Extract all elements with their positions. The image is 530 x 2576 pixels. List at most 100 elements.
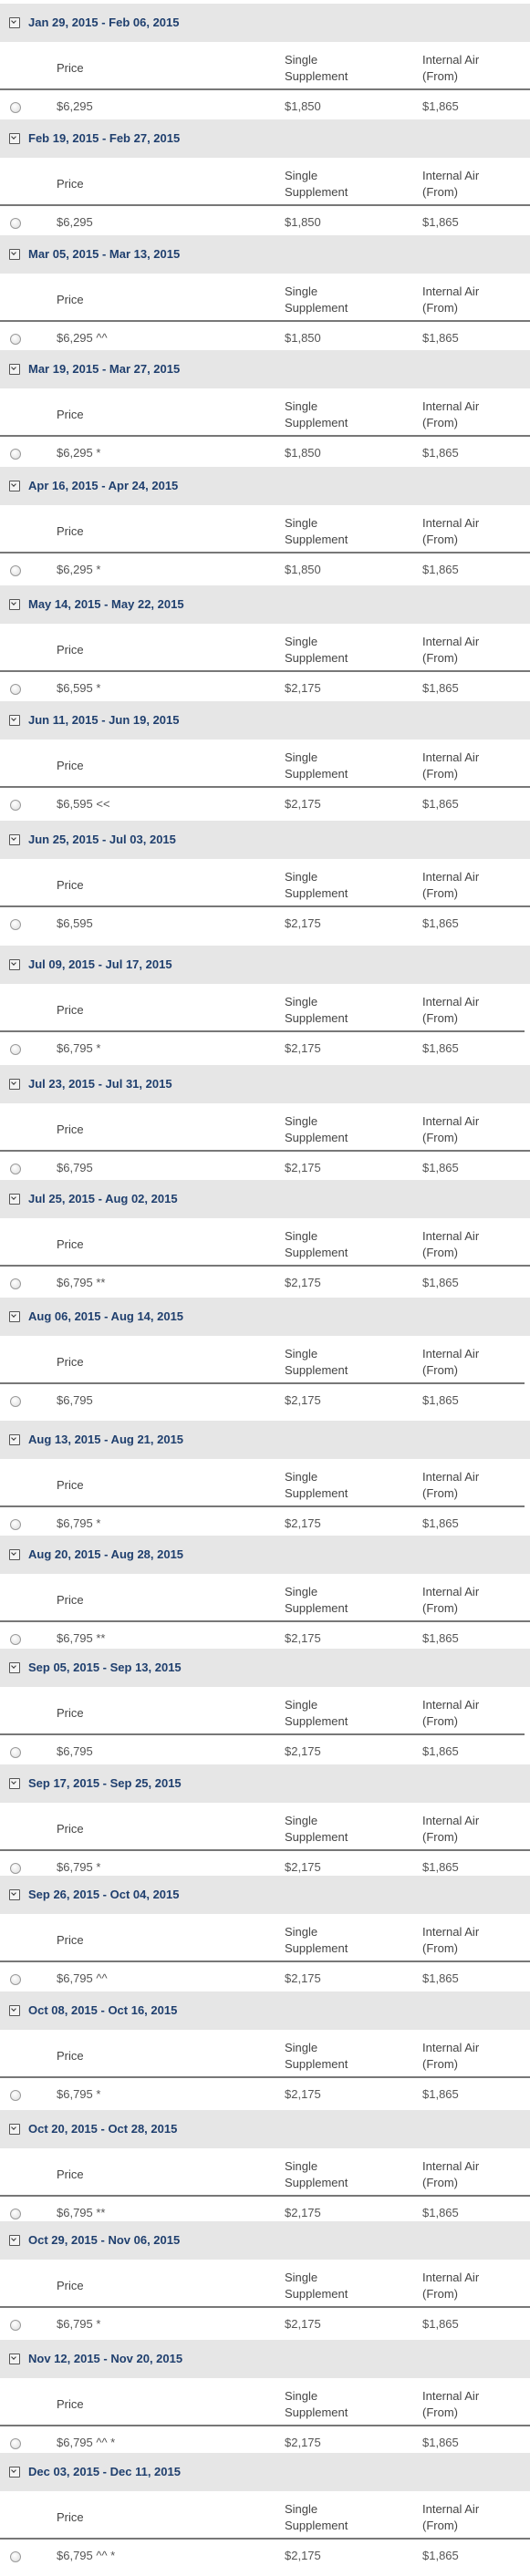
single-supplement-value: $2,175 (285, 2087, 321, 2101)
single-supplement-column-header: Single Supplement (285, 1470, 348, 1500)
price-column-header: Price (57, 759, 84, 772)
internal-air-value: $1,865 (422, 681, 459, 695)
single-supplement-column-header: Single Supplement (285, 2389, 348, 2419)
departure-dates: Nov 12, 2015 - Nov 20, 2015 (28, 2352, 183, 2365)
select-departure-radio[interactable] (10, 102, 21, 113)
single-supplement-value: $2,175 (285, 797, 321, 811)
select-departure-radio[interactable] (10, 800, 21, 811)
departure-header[interactable]: Jul 25, 2015 - Aug 02, 2015 (0, 1180, 530, 1218)
collapse-toggle-icon[interactable] (9, 1434, 20, 1445)
select-departure-radio[interactable] (10, 684, 21, 695)
departure-header[interactable]: Jan 29, 2015 - Feb 06, 2015 (0, 4, 530, 42)
collapse-toggle-icon[interactable] (9, 2354, 20, 2364)
price-column-header: Price (57, 643, 84, 657)
select-departure-radio[interactable] (10, 919, 21, 930)
departure-header[interactable]: Feb 19, 2015 - Feb 27, 2015 (0, 119, 530, 158)
select-departure-radio[interactable] (10, 2438, 21, 2449)
internal-air-value: $1,865 (422, 1041, 459, 1055)
price-value: $6,795 ^^ * (57, 2549, 116, 2562)
select-departure-radio[interactable] (10, 1044, 21, 1055)
departure-header[interactable]: Mar 19, 2015 - Mar 27, 2015 (0, 350, 530, 388)
price-column-header: Price (57, 1355, 84, 1369)
select-departure-radio[interactable] (10, 1278, 21, 1289)
internal-air-column-header: Internal Air (From) (422, 1229, 480, 1259)
departure-header[interactable]: Oct 08, 2015 - Oct 16, 2015 (0, 1991, 530, 2030)
departure-header[interactable]: Jun 11, 2015 - Jun 19, 2015 (0, 701, 530, 740)
internal-air-column-header: Internal Air (From) (422, 2389, 480, 2419)
collapse-toggle-icon[interactable] (9, 959, 20, 970)
departure-header[interactable]: Sep 26, 2015 - Oct 04, 2015 (0, 1876, 530, 1914)
departure-header[interactable]: Dec 03, 2015 - Dec 11, 2015 (0, 2453, 530, 2491)
price-value: $6,795 ^^ (57, 1971, 108, 1985)
collapse-toggle-icon[interactable] (9, 1662, 20, 1673)
select-departure-radio[interactable] (10, 2551, 21, 2562)
single-supplement-value: $2,175 (285, 2436, 321, 2449)
collapse-toggle-icon[interactable] (9, 133, 20, 144)
internal-air-value: $1,865 (422, 797, 459, 811)
departure-header[interactable]: Jun 25, 2015 - Jul 03, 2015 (0, 821, 530, 859)
header-divider (0, 88, 530, 90)
departure-dates: Oct 08, 2015 - Oct 16, 2015 (28, 2003, 178, 2017)
select-departure-radio[interactable] (10, 1863, 21, 1874)
collapse-toggle-icon[interactable] (9, 1079, 20, 1090)
select-departure-radio[interactable] (10, 1747, 21, 1758)
departure-header[interactable]: Oct 20, 2015 - Oct 28, 2015 (0, 2110, 530, 2148)
departure-dates: Jun 11, 2015 - Jun 19, 2015 (28, 713, 180, 727)
collapse-toggle-icon[interactable] (9, 364, 20, 375)
collapse-toggle-icon[interactable] (9, 1311, 20, 1322)
collapse-toggle-icon[interactable] (9, 1778, 20, 1789)
internal-air-column-header: Internal Air (From) (422, 1814, 480, 1844)
collapse-toggle-icon[interactable] (9, 249, 20, 260)
collapse-toggle-icon[interactable] (9, 2005, 20, 2016)
header-divider (0, 1030, 525, 1032)
select-departure-radio[interactable] (10, 1164, 21, 1174)
collapse-toggle-icon[interactable] (9, 2235, 20, 2246)
departure-header[interactable]: Oct 29, 2015 - Nov 06, 2015 (0, 2221, 530, 2260)
collapse-toggle-icon[interactable] (9, 17, 20, 28)
select-departure-radio[interactable] (10, 1519, 21, 1530)
price-value: $6,295 * (57, 446, 101, 460)
collapse-toggle-icon[interactable] (9, 1194, 20, 1205)
collapse-toggle-icon[interactable] (9, 481, 20, 491)
single-supplement-value: $2,175 (285, 1860, 321, 1874)
collapse-toggle-icon[interactable] (9, 834, 20, 845)
departure-header[interactable]: Sep 05, 2015 - Sep 13, 2015 (0, 1649, 530, 1687)
departure-header[interactable]: Mar 05, 2015 - Mar 13, 2015 (0, 235, 530, 274)
select-departure-radio[interactable] (10, 218, 21, 229)
departure-header[interactable]: Aug 20, 2015 - Aug 28, 2015 (0, 1536, 530, 1574)
departure-dates: Jul 23, 2015 - Jul 31, 2015 (28, 1077, 172, 1091)
departure-header[interactable]: Nov 12, 2015 - Nov 20, 2015 (0, 2340, 530, 2378)
select-departure-radio[interactable] (10, 1634, 21, 1645)
price-column-header: Price (57, 1122, 84, 1136)
departure-header[interactable]: Sep 17, 2015 - Sep 25, 2015 (0, 1764, 530, 1803)
departure-header[interactable]: Aug 06, 2015 - Aug 14, 2015 (0, 1298, 530, 1336)
select-departure-radio[interactable] (10, 1396, 21, 1407)
select-departure-radio[interactable] (10, 2090, 21, 2101)
departure-header[interactable]: Jul 09, 2015 - Jul 17, 2015 (0, 946, 530, 984)
internal-air-column-header: Internal Air (From) (422, 995, 480, 1025)
select-departure-radio[interactable] (10, 1974, 21, 1985)
collapse-toggle-icon[interactable] (9, 2124, 20, 2135)
select-departure-radio[interactable] (10, 334, 21, 345)
departure-header[interactable]: Jul 23, 2015 - Jul 31, 2015 (0, 1065, 530, 1103)
departure-dates: Sep 17, 2015 - Sep 25, 2015 (28, 1776, 182, 1790)
collapse-toggle-icon[interactable] (9, 1549, 20, 1560)
internal-air-value: $1,865 (422, 215, 459, 229)
internal-air-column-header: Internal Air (From) (422, 870, 480, 900)
internal-air-value: $1,865 (422, 1276, 459, 1289)
collapse-toggle-icon[interactable] (9, 599, 20, 610)
select-departure-radio[interactable] (10, 565, 21, 576)
collapse-toggle-icon[interactable] (9, 715, 20, 726)
departure-header[interactable]: Apr 16, 2015 - Apr 24, 2015 (0, 467, 530, 505)
departure-header[interactable]: Aug 13, 2015 - Aug 21, 2015 (0, 1421, 530, 1459)
collapse-toggle-icon[interactable] (9, 2467, 20, 2478)
price-column-header: Price (57, 2397, 84, 2411)
collapse-toggle-icon[interactable] (9, 1889, 20, 1900)
select-departure-radio[interactable] (10, 449, 21, 460)
select-departure-radio[interactable] (10, 2209, 21, 2219)
select-departure-radio[interactable] (10, 2320, 21, 2331)
departure-header[interactable]: May 14, 2015 - May 22, 2015 (0, 585, 530, 624)
departure-dates: Mar 19, 2015 - Mar 27, 2015 (28, 362, 181, 376)
single-supplement-value: $2,175 (285, 1971, 321, 1985)
internal-air-column-header: Internal Air (From) (422, 2271, 480, 2301)
